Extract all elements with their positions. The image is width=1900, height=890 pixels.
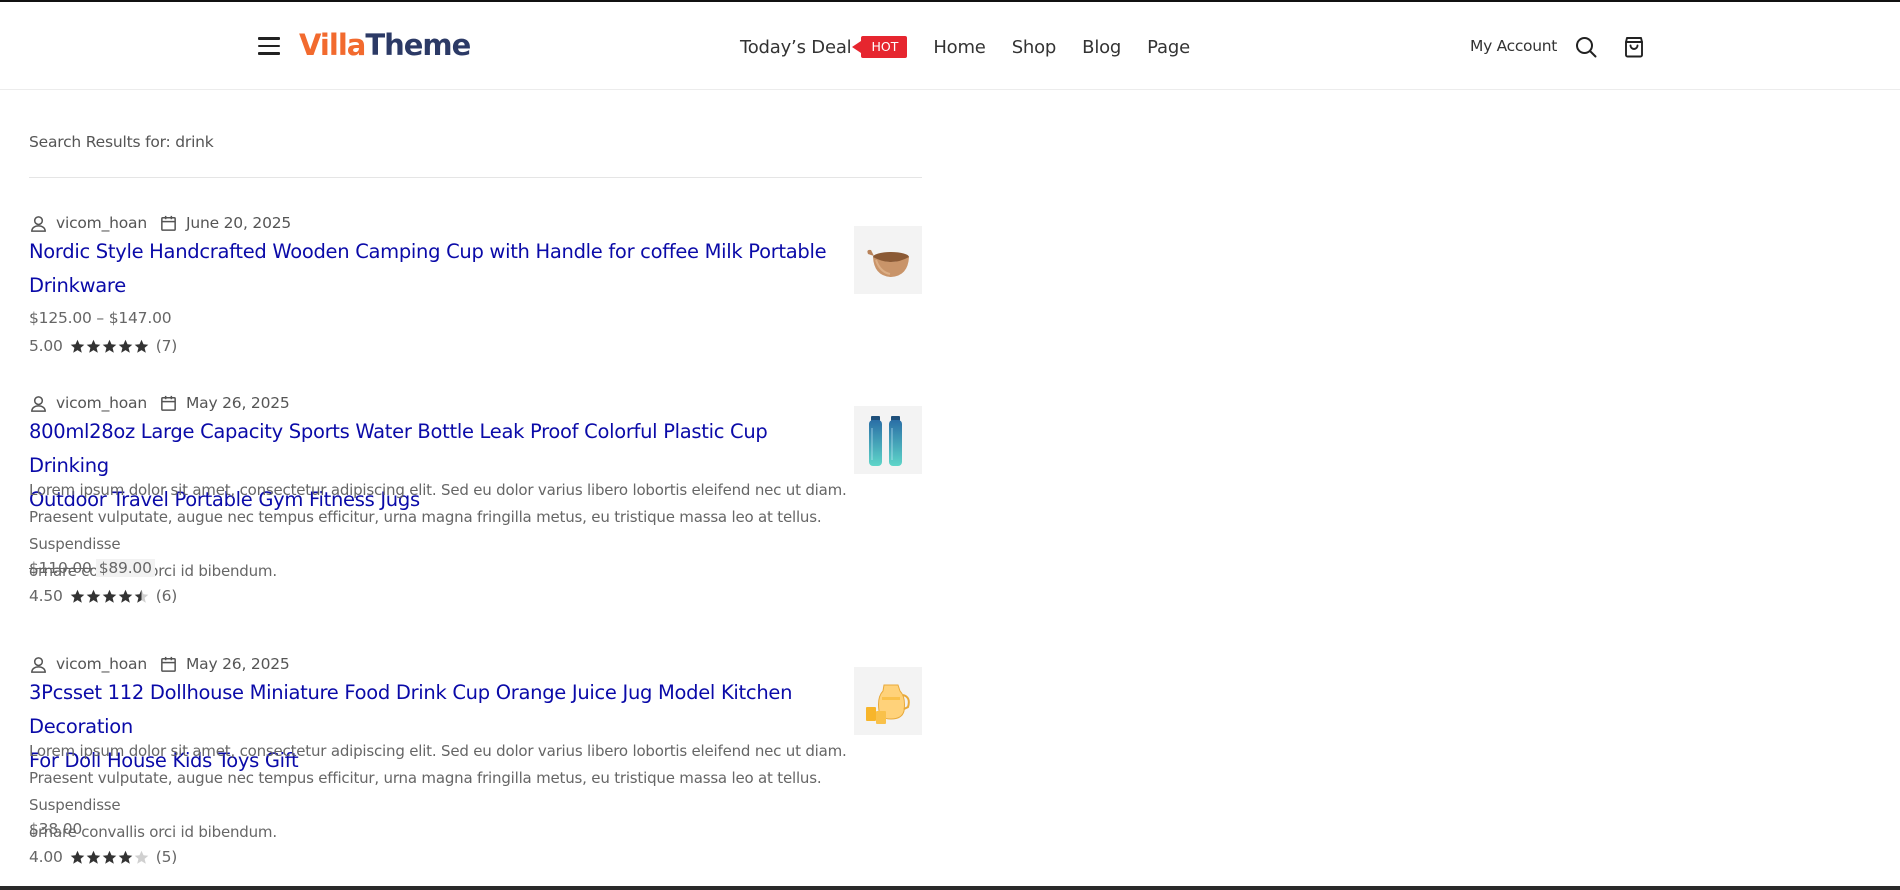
rating-value: 4.00 [29, 848, 63, 866]
divider [29, 177, 922, 178]
nav-link-todays-deal[interactable]: Today’s Deal [740, 37, 852, 58]
star-icon [118, 589, 133, 603]
post-date: May 26, 2025 [185, 394, 290, 412]
star-icon [70, 339, 85, 353]
post-author[interactable]: vicom_hoan [56, 655, 147, 673]
nav-link-shop[interactable]: Shop [1012, 37, 1057, 58]
juice-jug-image [854, 667, 922, 735]
nav-item-todays-deal[interactable]: Today’s Deal HOT [740, 36, 908, 58]
post-title-line: 3Pcsset 112 Dollhouse Miniature Food Dri… [29, 681, 793, 738]
window-bottom-border [0, 886, 1900, 890]
price-range: $125.00 – $147.00 [29, 309, 172, 327]
wooden-cup-image [854, 226, 922, 294]
my-account-link[interactable]: My Account [1470, 37, 1557, 55]
calendar-icon [161, 656, 176, 672]
review-count: (7) [155, 337, 178, 355]
rating: 5.00 (7) [29, 337, 177, 355]
star-icon [134, 589, 149, 603]
nav-link-blog[interactable]: Blog [1082, 37, 1121, 58]
main-navigation: Today’s Deal HOT Home Shop Blog Page [740, 32, 1216, 62]
post-excerpt: Lorem ipsum dolor sit amet, consectetur … [29, 738, 859, 846]
star-icon [86, 339, 101, 353]
post-date: May 26, 2025 [185, 655, 290, 673]
post-meta: vicom_hoan May 26, 2025 [29, 393, 290, 413]
star-icon [86, 589, 101, 603]
post-title-line: Drinkware [29, 274, 126, 297]
rating: 4.00 (5) [29, 848, 177, 866]
review-count: (5) [155, 848, 178, 866]
nav-link-home[interactable]: Home [933, 37, 986, 58]
calendar-icon [161, 395, 176, 411]
excerpt-line: Lorem ipsum dolor sit amet, consectetur … [29, 481, 847, 499]
price: $38.00 [29, 820, 83, 838]
star-icon [102, 589, 117, 603]
post-meta: vicom_hoan June 20, 2025 [29, 213, 291, 233]
star-icon [70, 850, 85, 864]
price: $110.00 $89.00 [29, 559, 155, 577]
search-icon[interactable] [1574, 35, 1598, 59]
menu-icon[interactable] [258, 37, 280, 55]
post-title-link[interactable]: Nordic Style Handcrafted Wooden Camping … [29, 235, 849, 303]
star-icon [102, 850, 117, 864]
excerpt-line: Praesent vulputate, augue nec tempus eff… [29, 769, 822, 814]
post-date: June 20, 2025 [185, 214, 292, 232]
excerpt-line: Praesent vulputate, augue nec tempus eff… [29, 508, 822, 553]
product-thumbnail[interactable] [854, 226, 922, 294]
search-results-title: Search Results for: drink [29, 133, 214, 151]
star-icon [134, 339, 149, 353]
excerpt-line: ornare convallis orci id bibendum. [29, 823, 277, 841]
logo-text-villa: Villa [299, 28, 366, 62]
site-logo[interactable]: Villa Theme [299, 28, 471, 64]
product-thumbnail[interactable] [854, 406, 922, 474]
nav-link-page[interactable]: Page [1147, 37, 1190, 58]
star-rating [70, 589, 150, 604]
review-count: (6) [155, 587, 178, 605]
star-icon [86, 850, 101, 864]
hot-badge: HOT [852, 36, 908, 58]
star-rating [70, 850, 150, 865]
star-icon [102, 339, 117, 353]
star-icon [118, 850, 133, 864]
user-icon [31, 656, 46, 673]
calendar-icon [161, 215, 176, 231]
star-icon [134, 850, 149, 864]
star-icon [118, 339, 133, 353]
excerpt-line: Lorem ipsum dolor sit amet, consectetur … [29, 742, 847, 760]
price-old: $110.00 [29, 559, 92, 577]
water-bottle-image [854, 406, 922, 474]
product-thumbnail[interactable] [854, 667, 922, 735]
logo-text-theme: Theme [365, 28, 471, 62]
post-author[interactable]: vicom_hoan [56, 214, 147, 232]
post-title-line: 800ml28oz Large Capacity Sports Water Bo… [29, 420, 768, 477]
star-icon [70, 589, 85, 603]
site-header: Villa Theme Today’s Deal HOT Home Shop Bl… [0, 2, 1900, 90]
post-meta: vicom_hoan May 26, 2025 [29, 654, 290, 674]
user-icon [31, 395, 46, 412]
price-sale: $89.00 [95, 559, 155, 577]
post-author[interactable]: vicom_hoan [56, 394, 147, 412]
rating-value: 4.50 [29, 587, 63, 605]
rating: 4.50 (6) [29, 587, 177, 605]
cart-icon[interactable] [1622, 35, 1646, 59]
rating-value: 5.00 [29, 337, 63, 355]
post-title-line: Nordic Style Handcrafted Wooden Camping … [29, 240, 827, 263]
star-rating [70, 339, 150, 354]
user-icon [31, 215, 46, 232]
